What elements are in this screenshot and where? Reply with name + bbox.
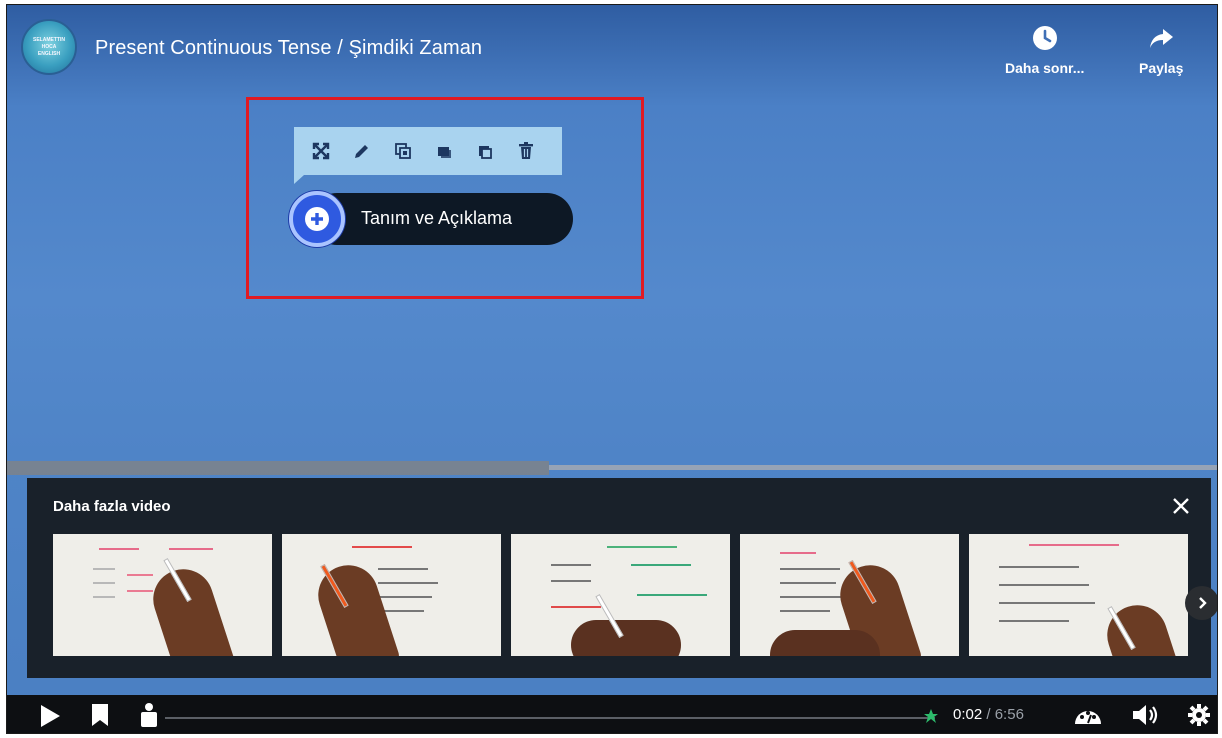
hotspot-button[interactable]: Tanım ve Açıklama	[289, 191, 573, 247]
share-button[interactable]: Paylaş	[1139, 25, 1183, 76]
plus-icon[interactable]	[289, 191, 345, 247]
edit-icon[interactable]	[349, 138, 375, 164]
watch-later-button[interactable]: Daha sonr...	[1005, 25, 1084, 76]
quality-icon[interactable]	[1073, 703, 1103, 732]
time-separator: /	[982, 706, 995, 723]
video-thumbnail[interactable]	[969, 534, 1188, 656]
hotspot-toolbar	[294, 127, 562, 184]
video-thumbnail[interactable]	[740, 534, 959, 656]
play-icon[interactable]	[37, 703, 63, 733]
bookmark-icon[interactable]	[90, 703, 110, 732]
chevron-right-icon[interactable]	[1185, 586, 1217, 620]
channel-avatar[interactable]: SELAMETTIN HOCA ENGLISH	[21, 19, 77, 75]
channel-logo-line-2: HOCA	[41, 43, 57, 50]
clock-icon	[1032, 26, 1057, 50]
hotspot-label: Tanım ve Açıklama	[361, 208, 513, 228]
video-thumbnail[interactable]	[511, 534, 730, 656]
share-label: Paylaş	[1139, 60, 1184, 76]
watch-later-label: Daha sonr...	[1005, 60, 1085, 76]
more-videos-title: Daha fazla video	[53, 498, 171, 515]
chapter-marker-icon[interactable]	[923, 708, 939, 729]
duplicate-icon[interactable]	[390, 138, 416, 164]
bring-forward-icon[interactable]	[431, 138, 457, 164]
duration: 6:56	[994, 706, 1024, 723]
send-backward-icon[interactable]	[472, 138, 498, 164]
time-display: 0:02 / 6:56	[953, 706, 1024, 723]
settings-icon[interactable]	[1187, 703, 1211, 732]
delete-icon[interactable]	[513, 138, 539, 164]
more-videos-panel: Daha fazla video	[27, 478, 1217, 678]
current-time: 0:02	[953, 706, 983, 723]
volume-icon[interactable]	[1131, 703, 1161, 732]
share-arrow-icon	[1150, 29, 1174, 48]
player-controls: 0:02 / 6:56	[7, 695, 1217, 733]
video-overlay-line	[549, 465, 1217, 470]
video-overlay-bar	[7, 461, 549, 475]
video-thumbnail[interactable]	[282, 534, 501, 656]
channel-logo-line-3: ENGLISH	[37, 50, 61, 57]
expand-icon[interactable]	[308, 138, 334, 164]
scrub-handle-icon[interactable]	[138, 702, 160, 728]
video-player[interactable]: SELAMETTIN HOCA ENGLISH Present Continuo…	[6, 4, 1218, 734]
channel-logo-line-1: SELAMETTIN	[33, 36, 65, 43]
video-thumbnail[interactable]	[53, 534, 272, 656]
video-thumbnails	[53, 534, 1188, 656]
video-title[interactable]: Present Continuous Tense / Şimdiki Zaman	[95, 37, 482, 60]
close-icon[interactable]	[1169, 494, 1193, 518]
progress-bar[interactable]	[165, 717, 935, 719]
